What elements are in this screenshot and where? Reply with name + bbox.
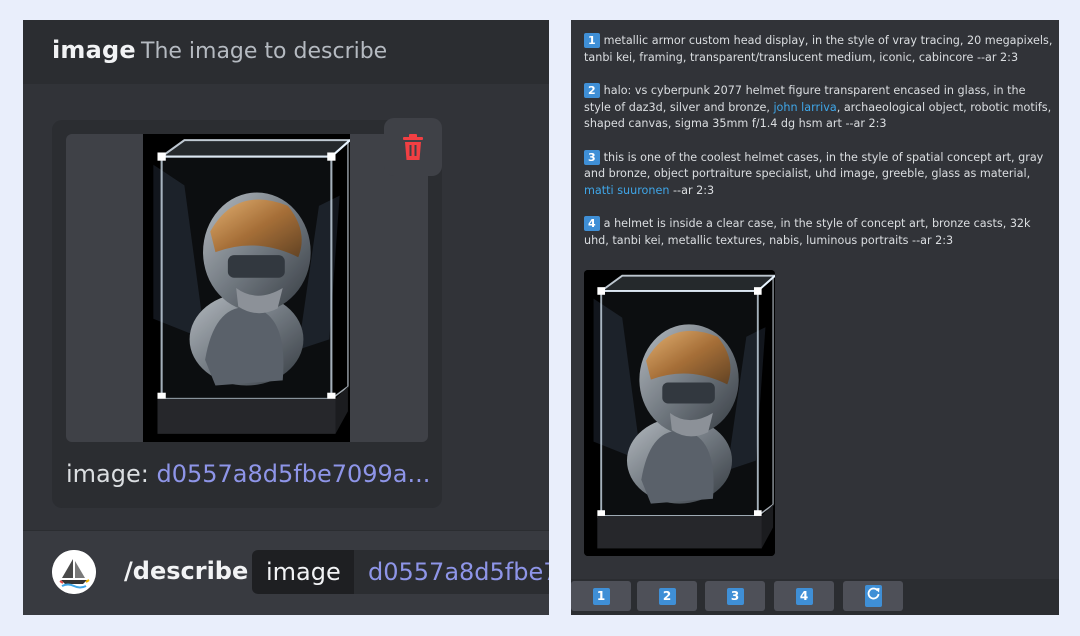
result-text: this is one of the coolest helmet cases,… xyxy=(584,150,1044,181)
button-label: 4 xyxy=(795,587,813,605)
result-item-3: 3 this is one of the coolest helmet cases… xyxy=(584,149,1054,200)
result-item-1: 1 metallic armor custom head display, in … xyxy=(584,33,1054,66)
attachment-preview[interactable] xyxy=(66,134,428,442)
button-label: 3 xyxy=(726,587,744,605)
result-text-rest: --ar 2:3 xyxy=(669,183,715,197)
select-prompt-4-button[interactable]: 4 xyxy=(774,581,834,611)
attachment-filename: image: d0557a8d5fbe7099a... xyxy=(66,460,430,488)
attachment-card: image: d0557a8d5fbe7099a... xyxy=(52,120,442,508)
result-item-4: 4a helmet is inside a clear case, in the… xyxy=(584,216,1054,249)
result-number: 1 xyxy=(584,33,600,48)
result-text: a helmet is inside a clear case, in the … xyxy=(584,217,1031,247)
description-results: 1 metallic armor custom head display, in … xyxy=(584,33,1054,266)
artist-link[interactable]: matti suuronen xyxy=(584,184,669,197)
results-panel: 1 metallic armor custom head display, in … xyxy=(571,20,1059,615)
result-image-art xyxy=(584,270,775,556)
option-header: image The image to describe xyxy=(23,20,549,84)
action-button-row: 1 2 3 4 xyxy=(571,579,1059,615)
reroll-button[interactable] xyxy=(843,581,903,611)
result-item-2: 2 halo: vs cyberpunk 2077 helmet figure t… xyxy=(584,83,1054,133)
command-input-bar[interactable]: /describe image d0557a8d5fbe7 xyxy=(23,530,549,615)
command-name: /describe xyxy=(124,557,249,585)
result-image[interactable] xyxy=(584,270,775,556)
result-number: 3 xyxy=(584,149,600,165)
command-panel: image The image to describe image: d0557… xyxy=(23,20,549,615)
button-label: 1 xyxy=(592,587,610,605)
delete-attachment-button[interactable] xyxy=(384,118,442,176)
select-prompt-3-button[interactable]: 3 xyxy=(705,581,765,611)
result-number: 4 xyxy=(584,216,600,231)
refresh-icon xyxy=(864,585,882,607)
attachment-filename-value: d0557a8d5fbe7099a... xyxy=(156,460,431,488)
result-number: 2 xyxy=(584,83,600,98)
trash-icon xyxy=(403,134,423,160)
command-param-value[interactable]: d0557a8d5fbe7 xyxy=(354,550,549,594)
attachment-label: image: xyxy=(66,460,149,488)
select-prompt-1-button[interactable]: 1 xyxy=(571,581,631,611)
result-text: metallic armor custom head display, in t… xyxy=(584,34,1053,64)
option-description: The image to describe xyxy=(141,39,388,64)
select-prompt-2-button[interactable]: 2 xyxy=(637,581,697,611)
bot-avatar xyxy=(52,550,96,594)
sailboat-icon xyxy=(52,550,96,594)
button-label: 2 xyxy=(658,587,676,605)
attachment-thumbnail xyxy=(143,134,350,442)
artist-link[interactable]: john larriva xyxy=(773,101,836,114)
command-param-chip[interactable]: image xyxy=(252,550,355,594)
option-name: image xyxy=(52,36,136,64)
